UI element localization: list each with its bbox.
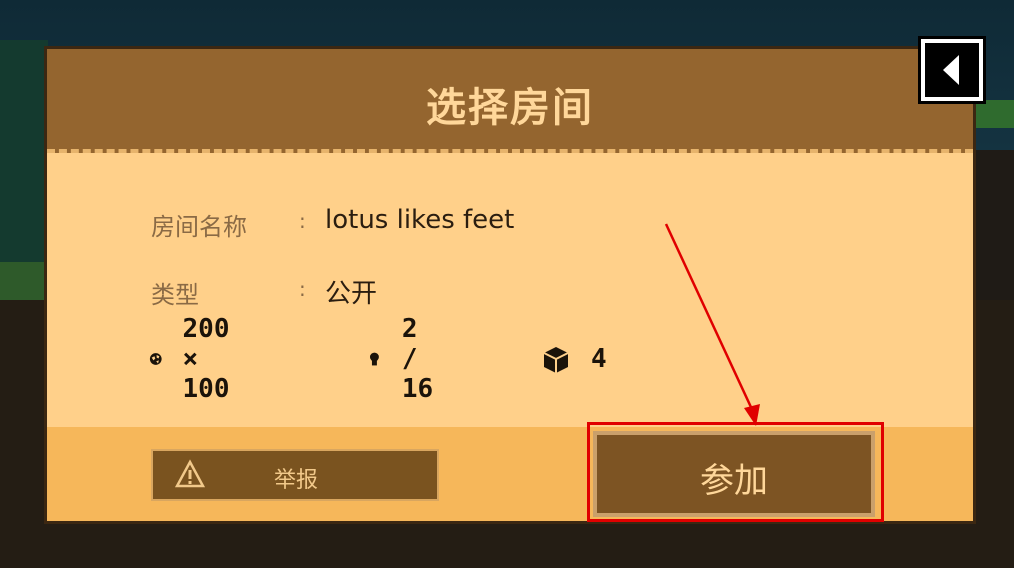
- report-button[interactable]: 举报: [151, 449, 439, 501]
- join-button[interactable]: 参加: [593, 431, 875, 517]
- world-size-stat: 200 × 100: [149, 314, 246, 404]
- room-type-value: 公开: [325, 279, 378, 309]
- dialog-title: 选择房间: [426, 85, 594, 131]
- back-arrow-icon: [943, 55, 959, 85]
- dialog-footer: 举报 参加: [47, 422, 973, 522]
- room-name-label: 房间名称: [151, 213, 247, 241]
- blocks-stat: 4: [541, 339, 607, 379]
- world-size-value: 200 × 100: [182, 314, 230, 404]
- players-value: 2 / 16: [401, 314, 434, 404]
- back-button[interactable]: [918, 36, 986, 104]
- room-name-value: lotus likes feet: [325, 205, 515, 235]
- report-button-label: 举报: [273, 468, 318, 493]
- room-type-label: 类型: [151, 281, 199, 309]
- room-type-colon: :: [299, 277, 306, 301]
- players-stat: 2 / 16: [367, 314, 448, 404]
- cube-icon: [543, 347, 569, 373]
- blocks-value: 4: [591, 344, 607, 374]
- globe-icon: [149, 353, 162, 365]
- background-hill: [0, 40, 48, 270]
- room-name-colon: :: [299, 209, 306, 233]
- select-room-dialog: 选择房间 房间名称 : lotus likes feet 类型 : 公开 200…: [44, 46, 976, 524]
- join-button-label: 参加: [700, 461, 768, 501]
- person-icon: [369, 352, 379, 366]
- dialog-header: 选择房间: [47, 49, 973, 153]
